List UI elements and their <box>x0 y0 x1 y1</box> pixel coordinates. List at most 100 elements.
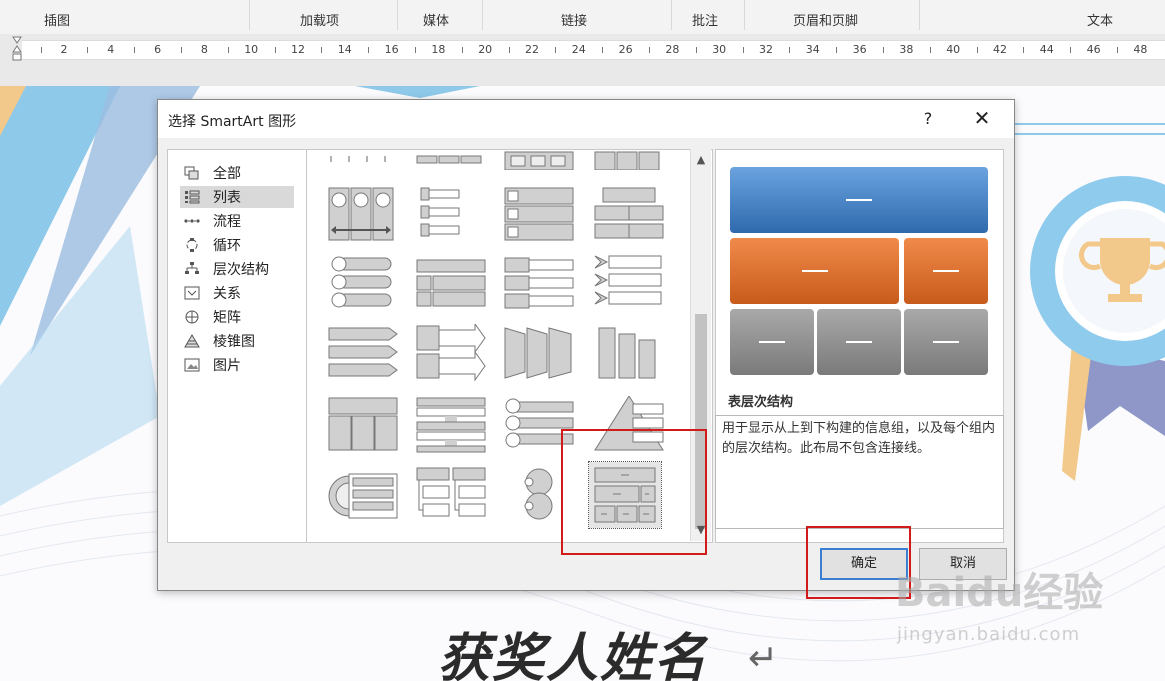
matrix-icon <box>183 309 201 325</box>
horizontal-ruler[interactable]: 2 4 6 8 10 12 14 16 18 20 22 24 26 28 30 32 34 36 38 40 42 44… <box>22 40 1165 60</box>
layout-thumbnail[interactable] <box>415 466 487 524</box>
ruler-tick <box>1023 47 1025 53</box>
layout-thumbnail[interactable] <box>327 466 399 524</box>
ruler-tick <box>1117 47 1118 53</box>
layout-thumbnail[interactable] <box>327 186 399 244</box>
ruler-tick <box>742 47 744 53</box>
smartart-dialog: 选择 SmartArt 图形 ? ✕ 全部 列表 流程 循环 层次结构 关系 矩… <box>157 99 1015 591</box>
layout-thumbnail[interactable] <box>503 150 575 171</box>
ruler-tick <box>649 47 650 53</box>
close-button[interactable]: ✕ <box>970 106 994 130</box>
layout-thumbnail[interactable] <box>327 150 399 170</box>
ribbon-separator <box>919 0 920 30</box>
ruler-tick <box>181 47 182 53</box>
ruler-number: 10 <box>244 43 259 56</box>
layout-thumbnail[interactable] <box>503 254 575 312</box>
ribbon-group-header-footer[interactable]: 页眉和页脚 <box>793 10 858 29</box>
category-label: 全部 <box>213 166 241 182</box>
dialog-titlebar: 选择 SmartArt 图形 ? ✕ <box>158 100 1014 138</box>
ruler-number: 16 <box>384 43 399 56</box>
layout-gallery <box>306 149 713 543</box>
category-list-item[interactable]: 列表 <box>180 186 294 208</box>
ruler-tick <box>134 47 136 53</box>
dialog-title: 选择 SmartArt 图形 <box>168 114 297 130</box>
ruler-number: 22 <box>525 43 539 56</box>
ribbon-separator <box>744 0 745 30</box>
layout-description: 用于显示从上到下构建的信息组，以及每个组内的层次结构。此布局不包含连接线。 <box>715 415 1004 529</box>
layout-thumbnail[interactable] <box>327 324 399 382</box>
help-button[interactable]: ? <box>918 109 938 128</box>
scroll-down-icon[interactable]: ▼ <box>691 521 711 539</box>
layout-thumbnail[interactable] <box>503 466 575 524</box>
ribbon-group-illustrations[interactable]: 插图 <box>44 10 70 29</box>
scroll-up-icon[interactable]: ▲ <box>691 151 711 169</box>
category-pyramid[interactable]: 棱锥图 <box>180 330 294 352</box>
category-process[interactable]: 流程 <box>180 210 294 232</box>
layout-thumbnail[interactable] <box>593 150 665 171</box>
ruler-tick <box>555 47 557 53</box>
category-matrix[interactable]: 矩阵 <box>180 306 294 328</box>
layout-thumbnail[interactable] <box>503 324 575 382</box>
category-picture[interactable]: 图片 <box>180 354 294 376</box>
ruler-tick <box>836 47 838 53</box>
ribbon-group-media[interactable]: 媒体 <box>423 10 449 29</box>
gallery-scrollbar[interactable]: ▲ ▼ <box>690 149 711 541</box>
ruler-number: 36 <box>852 43 867 56</box>
layout-thumbnail[interactable] <box>415 396 487 454</box>
ruler-number: 34 <box>805 43 820 56</box>
ribbon-group-text[interactable]: 文本 <box>1087 10 1113 29</box>
category-all[interactable]: 全部 <box>180 162 294 184</box>
layout-thumbnail[interactable] <box>327 396 399 454</box>
scrollbar-thumb[interactable] <box>695 314 707 529</box>
category-relationship[interactable]: 关系 <box>180 282 294 304</box>
ribbon-separator <box>397 0 398 30</box>
category-label: 循环 <box>213 238 241 254</box>
ribbon-group-links[interactable]: 链接 <box>561 10 587 29</box>
cycle-icon <box>183 237 201 253</box>
ruler-number: 30 <box>712 43 727 56</box>
ruler-tick <box>929 47 931 53</box>
indent-marker-icon[interactable] <box>12 36 22 66</box>
category-cycle[interactable]: 循环 <box>180 234 294 256</box>
category-label: 棱锥图 <box>213 334 255 350</box>
ruler-number: 2 <box>60 43 68 56</box>
relationship-icon <box>183 285 201 301</box>
ruler-number: 42 <box>993 43 1007 56</box>
hierarchy-icon <box>183 261 201 277</box>
layout-thumbnail[interactable] <box>593 395 665 454</box>
category-hierarchy[interactable]: 层次结构 <box>180 258 294 280</box>
ruler-number: 24 <box>571 43 586 56</box>
ruler-tick <box>368 47 370 53</box>
ruler-number: 48 <box>1133 43 1148 56</box>
layout-thumbnail[interactable] <box>593 186 665 244</box>
ruler-tick <box>976 47 978 53</box>
ruler-number: 20 <box>478 43 493 56</box>
layout-thumbnail-table-hierarchy[interactable] <box>588 461 662 529</box>
category-label: 图片 <box>213 358 241 374</box>
ruler-number: 8 <box>200 43 208 56</box>
layout-thumbnail[interactable] <box>593 324 665 382</box>
ruler-number: 14 <box>337 43 352 56</box>
awardee-name-title[interactable]: 获奖人姓名 <box>438 616 708 681</box>
ruler-number: 6 <box>154 43 162 56</box>
layout-thumbnail[interactable] <box>415 186 487 244</box>
ruler-tick <box>789 47 791 53</box>
layout-thumbnail[interactable] <box>415 254 487 312</box>
ribbon-group-comments[interactable]: 批注 <box>692 10 718 29</box>
layout-thumbnail[interactable] <box>415 322 487 382</box>
layout-thumbnail[interactable] <box>593 254 665 312</box>
ruler-number: 44 <box>1039 43 1054 56</box>
ruler-tick <box>883 47 884 53</box>
ruler-number: 46 <box>1086 43 1101 56</box>
layout-thumbnail[interactable] <box>503 186 575 244</box>
layout-thumbnail[interactable] <box>415 150 487 170</box>
layout-thumbnail[interactable] <box>327 254 399 312</box>
watermark-logo-text: Baidu经验 <box>895 570 1104 616</box>
ruler-number: 18 <box>431 43 446 56</box>
all-icon <box>183 165 201 181</box>
layout-thumbnail[interactable] <box>503 396 575 454</box>
paragraph-return-icon: ↵ <box>748 638 779 679</box>
ruler-number: 12 <box>291 43 305 56</box>
category-label: 列表 <box>213 190 241 206</box>
ribbon-group-addins[interactable]: 加载项 <box>300 10 339 29</box>
